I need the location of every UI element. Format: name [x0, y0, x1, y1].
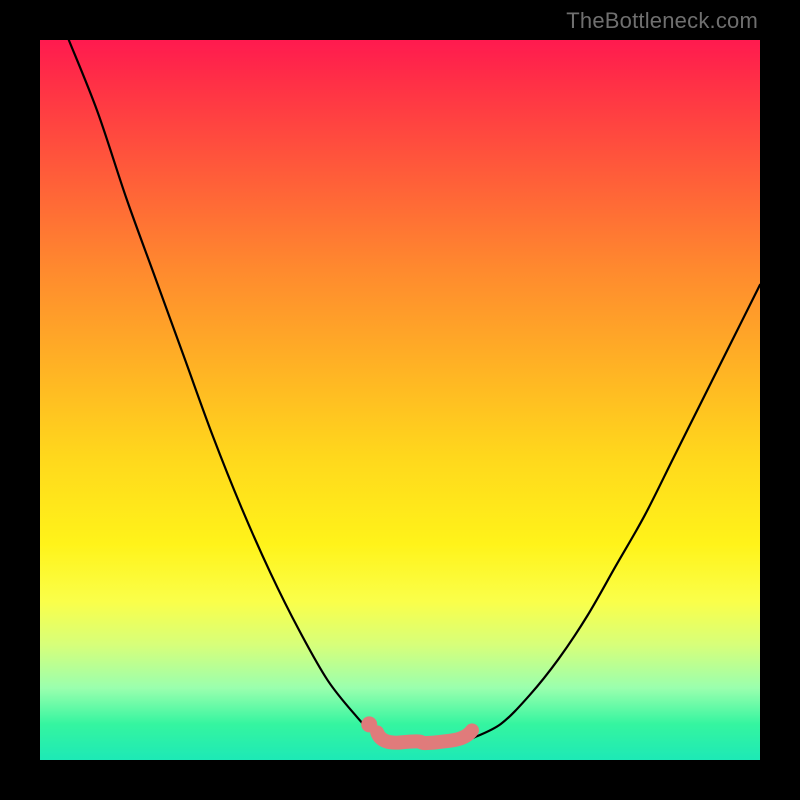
chart-frame: TheBottleneck.com	[0, 0, 800, 800]
optimal-range-band	[377, 730, 472, 743]
watermark-text: TheBottleneck.com	[566, 8, 758, 34]
left-curve	[69, 40, 386, 738]
optimal-range-start-dot	[361, 716, 377, 732]
curve-svg	[40, 40, 760, 760]
plot-area	[40, 40, 760, 760]
right-curve	[472, 285, 760, 739]
